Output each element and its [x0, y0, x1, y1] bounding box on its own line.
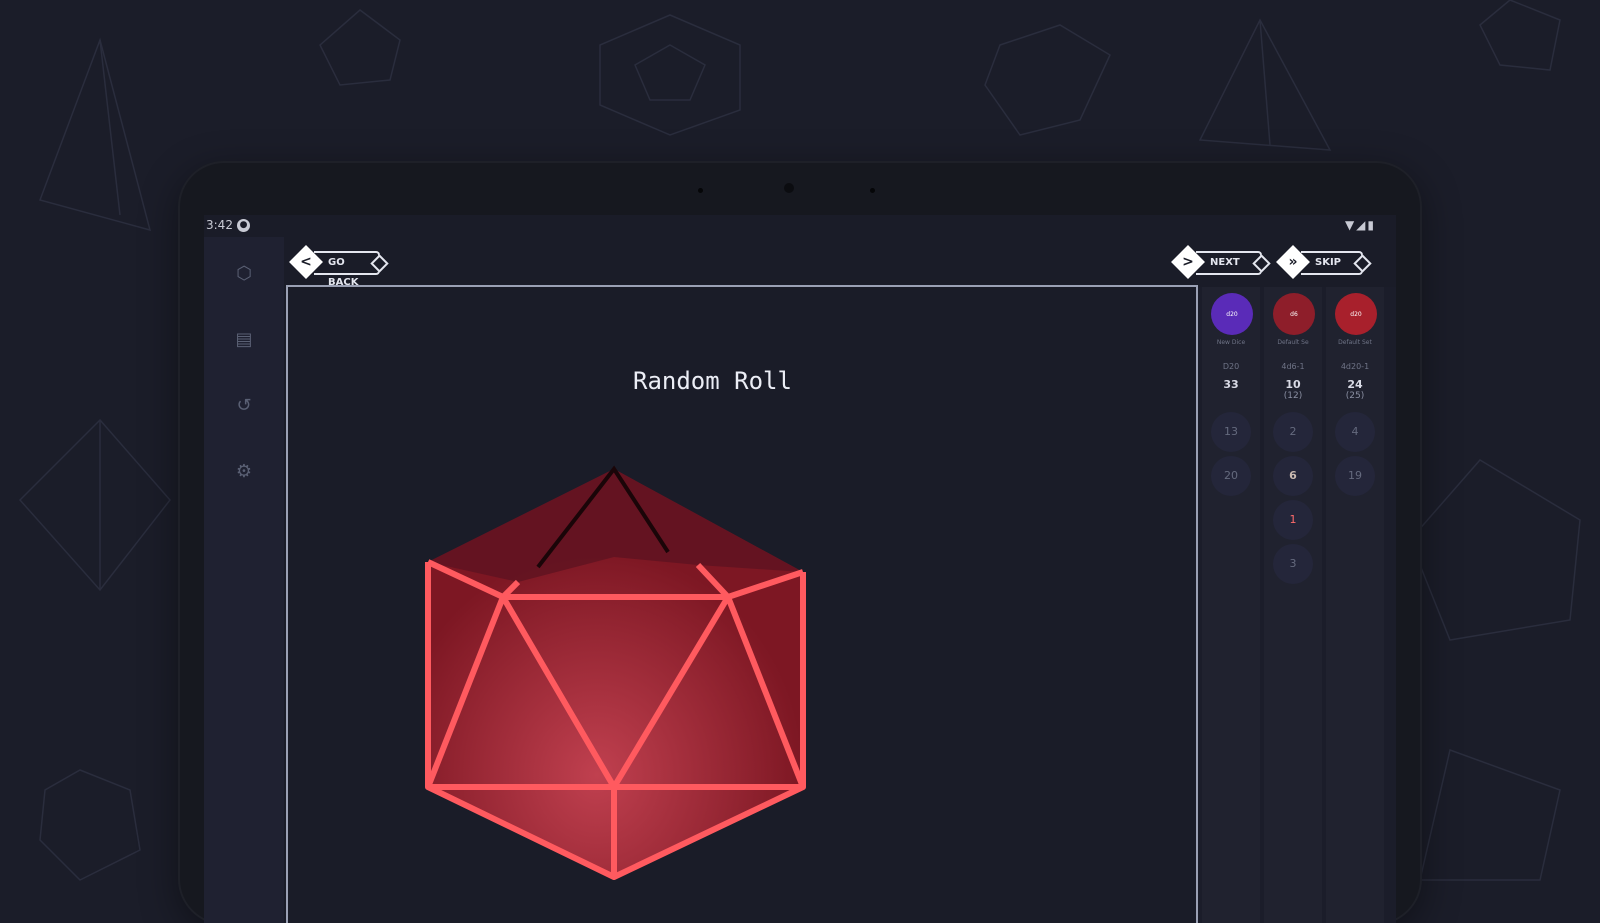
go-back-label: GO BACK	[314, 251, 381, 288]
page-title: Random Roll	[633, 367, 792, 395]
roll-result: 19	[1335, 456, 1375, 496]
dice-icon[interactable]: ⬡	[231, 261, 257, 287]
navigation-rail: ⬡ ▤ ↺ ⚙	[204, 237, 284, 923]
history-icon[interactable]: ↺	[231, 393, 257, 419]
notification-icon: ●	[237, 219, 250, 232]
dice-set-badge: d20	[1226, 311, 1238, 318]
dice-set-avatar[interactable]: d20	[1211, 293, 1253, 335]
app-screen: 3:42 ● ▼◢▮ ⬡ ▤ ↺ ⚙ < GO BACK > NEXT » SK…	[204, 215, 1396, 923]
dice-set-avatar[interactable]: d20	[1335, 293, 1377, 335]
dice-set-name: New Dice	[1216, 339, 1246, 346]
dice-set-badge: d20	[1350, 311, 1362, 318]
d20-die-3d[interactable]	[408, 447, 808, 887]
settings-icon[interactable]: ⚙	[231, 459, 257, 485]
dice-set-column: d20 Default Set 4d20-1 24 (25) 4 19	[1326, 287, 1384, 923]
status-bar: 3:42 ● ▼◢▮	[204, 215, 1396, 237]
roll-total: 10	[1285, 378, 1301, 391]
status-time: 3:42	[206, 218, 233, 232]
dice-set-name: Default Set	[1338, 339, 1372, 346]
library-icon[interactable]: ▤	[231, 327, 257, 353]
roll-result: 20	[1211, 456, 1251, 496]
tablet-frame: 3:42 ● ▼◢▮ ⬡ ▤ ↺ ⚙ < GO BACK > NEXT » SK…	[180, 163, 1420, 923]
roll-subtotal: (12)	[1283, 391, 1303, 401]
roll-subtotal: (25)	[1345, 391, 1365, 401]
dice-set-avatar[interactable]: d6	[1273, 293, 1315, 335]
next-label: NEXT	[1196, 251, 1262, 275]
sensor-dot	[698, 188, 703, 193]
sensor-dot	[870, 188, 875, 193]
roll-result: 2	[1273, 412, 1313, 452]
dice-formula: 4d6-1	[1281, 362, 1305, 371]
roll-result: 13	[1211, 412, 1251, 452]
roll-total: 33	[1223, 378, 1239, 391]
dice-set-badge: d6	[1290, 311, 1298, 318]
roll-total: 24	[1347, 378, 1363, 391]
roll-result: 1	[1273, 500, 1313, 540]
dice-formula: 4d20-1	[1340, 362, 1370, 371]
roll-history-panel: d20 New Dice D20 33 13 20 d6 Default Se 4d6-1 10(…	[1196, 287, 1396, 923]
roll-result: 3	[1273, 544, 1313, 584]
dice-set-name: Default Se	[1277, 339, 1309, 346]
dice-set-column: d20 New Dice D20 33 13 20	[1202, 287, 1260, 923]
roll-result: 4	[1335, 412, 1375, 452]
system-status-icons: ▼◢▮	[1344, 218, 1376, 232]
roll-result: 6	[1273, 456, 1313, 496]
top-bar: < GO BACK > NEXT » SKIP	[286, 237, 1396, 288]
roll-area: Random Roll	[286, 285, 1198, 923]
camera	[784, 183, 794, 193]
dice-set-column: d6 Default Se 4d6-1 10 (12) 2 6 1 3	[1264, 287, 1322, 923]
dice-formula: D20	[1222, 362, 1240, 371]
skip-label: SKIP	[1301, 251, 1364, 275]
